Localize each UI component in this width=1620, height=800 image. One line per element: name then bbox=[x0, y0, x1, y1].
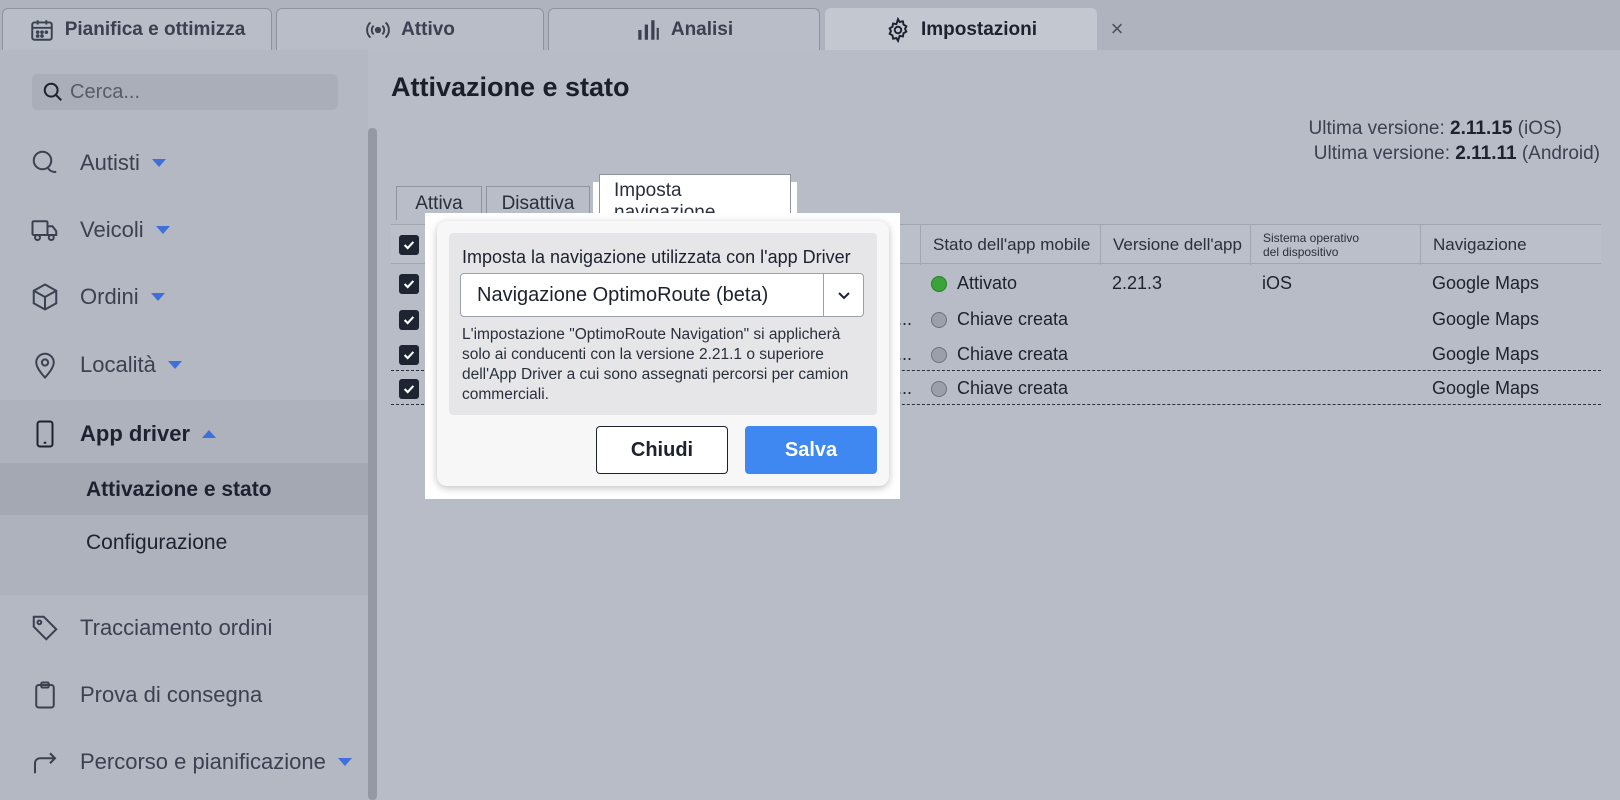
modal-label: Imposta la navigazione utilizzata con l'… bbox=[462, 247, 851, 267]
latest-version-android: Ultima versione: 2.11.11 (Android) bbox=[1314, 143, 1600, 165]
box-icon bbox=[32, 283, 58, 311]
page-title: Attivazione e stato bbox=[391, 72, 630, 102]
tab-label: Disattiva bbox=[501, 192, 575, 214]
chevron-down-icon bbox=[150, 293, 165, 301]
column-header-navigazione[interactable]: Navigazione bbox=[1420, 225, 1601, 265]
close-button[interactable]: Chiudi bbox=[596, 426, 728, 474]
search-box bbox=[32, 74, 338, 110]
select-value: Navigazione OptimoRoute (beta) bbox=[477, 283, 769, 306]
sidebar-item-percorso[interactable]: Percorso e pianificazione bbox=[30, 742, 352, 782]
sidebar-item-label: Percorso e pianificazione bbox=[80, 749, 326, 774]
sidebar-item-label: Località bbox=[80, 352, 156, 377]
search-icon bbox=[43, 82, 62, 101]
route-arrow-icon bbox=[34, 752, 57, 774]
column-header-stato[interactable]: Stato dell'app mobile bbox=[920, 225, 1100, 265]
status-dot-icon bbox=[931, 346, 947, 363]
os-cell: iOS bbox=[1262, 273, 1293, 293]
tag-icon bbox=[32, 615, 58, 641]
sidebar-item-tracciamento[interactable]: Tracciamento ordini bbox=[30, 608, 272, 648]
column-header-sistema[interactable]: Sistema operativo del dispositivo bbox=[1250, 225, 1420, 265]
chevron-down-icon bbox=[167, 361, 182, 369]
status-text: Attivato bbox=[957, 273, 1018, 293]
close-tab-icon[interactable]: × bbox=[1106, 18, 1128, 40]
tab-attivo[interactable]: Attivo bbox=[276, 8, 544, 50]
status-cell: Chiave creata bbox=[931, 337, 1068, 372]
sidebar-item-label: Prova di consegna bbox=[80, 682, 263, 707]
gear-icon bbox=[888, 16, 908, 43]
sidebar-item-autisti[interactable]: Autisti bbox=[30, 143, 166, 183]
tab-label: Attiva bbox=[415, 192, 463, 214]
select-toggle[interactable] bbox=[823, 274, 863, 316]
sidebar-item-app-driver[interactable]: App driver bbox=[30, 414, 217, 454]
top-tab-bar: Pianifica e ottimizza Attivo Analisi Imp… bbox=[0, 0, 1620, 50]
row-checkbox[interactable] bbox=[399, 379, 419, 399]
tab-label: Impostazioni bbox=[920, 18, 1038, 40]
navigation-select[interactable]: Navigazione OptimoRoute (beta) bbox=[460, 273, 864, 317]
chevron-down-icon bbox=[337, 758, 352, 766]
save-button[interactable]: Salva bbox=[745, 426, 877, 474]
calendar-icon bbox=[30, 19, 53, 41]
tab-label: Pianifica e ottimizza bbox=[64, 18, 246, 40]
status-dot-icon bbox=[931, 311, 947, 328]
row-checkbox[interactable] bbox=[399, 310, 419, 330]
status-cell: Chiave creata bbox=[931, 371, 1068, 406]
sidebar-item-ordini[interactable]: Ordini bbox=[30, 277, 165, 317]
version-platform: (Android) bbox=[1516, 143, 1600, 164]
chevron-down-icon bbox=[151, 159, 166, 167]
version-cell: 2.21.3 bbox=[1112, 273, 1163, 293]
tab-pianifica[interactable]: Pianifica e ottimizza bbox=[2, 8, 272, 50]
select-all-checkbox[interactable] bbox=[399, 235, 419, 255]
status-dot-icon bbox=[931, 380, 947, 397]
clipboard-icon bbox=[35, 681, 55, 709]
chevron-up-icon bbox=[202, 430, 217, 438]
tab-impostazioni[interactable]: Impostazioni bbox=[825, 8, 1097, 50]
version-label: Ultima versione: bbox=[1308, 118, 1451, 139]
navigation-cell: Google Maps bbox=[1432, 344, 1540, 364]
sidebar-subitem-attivazione[interactable]: Attivazione e stato bbox=[86, 478, 272, 502]
sidebar-item-label: Ordini bbox=[80, 284, 139, 309]
broadcast-icon bbox=[366, 21, 390, 38]
search-input[interactable] bbox=[70, 80, 330, 104]
sidebar-item-localita[interactable]: Località bbox=[30, 345, 182, 385]
chevron-down-icon bbox=[837, 292, 850, 300]
location-pin-icon bbox=[35, 352, 55, 379]
tab-label: Analisi bbox=[670, 18, 734, 40]
status-cell: Attivato bbox=[931, 266, 1017, 301]
sidebar-item-label: Tracciamento ordini bbox=[80, 615, 273, 640]
column-header-label: Sistema operativo del dispositivo bbox=[1263, 231, 1360, 259]
truck-icon bbox=[31, 220, 58, 241]
sidebar-scrollbar[interactable] bbox=[368, 128, 377, 800]
status-text: Chiave creata bbox=[957, 344, 1069, 364]
version-platform: (iOS) bbox=[1512, 118, 1562, 139]
latest-version-ios: Ultima versione: 2.11.15 (iOS) bbox=[1309, 118, 1562, 140]
navigation-cell: Google Maps bbox=[1432, 273, 1540, 293]
row-checkbox[interactable] bbox=[399, 274, 419, 294]
tab-analisi[interactable]: Analisi bbox=[548, 8, 820, 50]
version-number: 2.11.15 bbox=[1450, 118, 1513, 139]
mobile-phone-icon bbox=[36, 420, 54, 448]
navigation-cell: Google Maps bbox=[1432, 378, 1540, 398]
navigation-cell: Google Maps bbox=[1432, 309, 1540, 329]
status-text: Chiave creata bbox=[957, 378, 1069, 398]
sidebar-item-label: App driver bbox=[80, 421, 191, 446]
sidebar-item-label: Autisti bbox=[80, 150, 140, 175]
status-dot-icon bbox=[931, 275, 947, 292]
sidebar-item-prova-consegna[interactable]: Prova di consegna bbox=[30, 675, 262, 715]
column-header-versione[interactable]: Versione dell'app bbox=[1100, 225, 1250, 265]
drivers-icon bbox=[32, 150, 57, 173]
version-label: Ultima versione: bbox=[1313, 143, 1456, 164]
tab-label: Attivo bbox=[401, 18, 455, 40]
modal-note: L'impostazione "OptimoRoute Navigation" … bbox=[462, 326, 849, 403]
navigation-modal: Imposta la navigazione utilizzata con l'… bbox=[437, 221, 889, 486]
bar-chart-icon bbox=[638, 19, 659, 40]
sidebar-subitem-configurazione[interactable]: Configurazione bbox=[86, 531, 227, 555]
sidebar-item-label: Veicoli bbox=[80, 217, 144, 242]
modal-content: Imposta la navigazione utilizzata con l'… bbox=[449, 233, 877, 415]
version-number: 2.11.11 bbox=[1455, 143, 1517, 164]
row-checkbox[interactable] bbox=[399, 345, 419, 365]
chevron-down-icon bbox=[155, 226, 170, 234]
sidebar-item-veicoli[interactable]: Veicoli bbox=[30, 210, 170, 250]
status-cell: Chiave creata bbox=[931, 302, 1068, 337]
status-text: Chiave creata bbox=[957, 309, 1069, 329]
